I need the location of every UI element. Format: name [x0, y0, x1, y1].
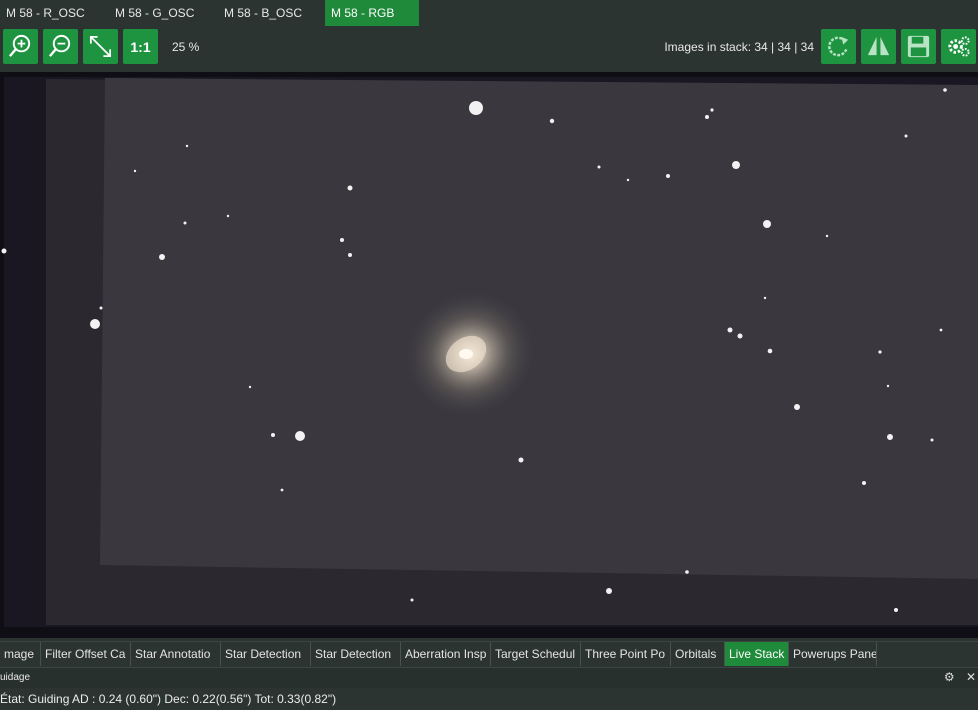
tab-r-osc[interactable]: M 58 - R_OSC: [0, 0, 109, 26]
tab-live-stack[interactable]: Live Stack: [725, 642, 789, 666]
gear-icon[interactable]: ⚙: [944, 670, 955, 684]
tab-powerups-panel[interactable]: Powerups Pane: [789, 642, 877, 666]
settings-button[interactable]: [941, 29, 976, 64]
tab-image[interactable]: mage: [0, 642, 41, 666]
guiding-status: État: Guiding AD : 0.24 (0.60") Dec: 0.2…: [0, 688, 978, 710]
one-to-one-button[interactable]: 1:1: [123, 29, 158, 64]
tab-target-scheduler[interactable]: Target Schedul: [491, 642, 581, 666]
save-icon: [907, 35, 930, 58]
zoom-out-button[interactable]: [43, 29, 78, 64]
guiding-panel-title: uidage: [0, 672, 31, 683]
tab-star-annotation[interactable]: Star Annotatio: [131, 642, 221, 666]
fit-to-window-button[interactable]: [83, 29, 118, 64]
tab-aberration-inspector[interactable]: Aberration Insp: [401, 642, 491, 666]
guiding-panel-header: uidage ⚙ ✕: [0, 667, 978, 688]
zoom-in-icon: [8, 34, 31, 57]
tab-g-osc[interactable]: M 58 - G_OSC: [109, 0, 218, 26]
refresh-icon: [828, 36, 849, 57]
zoom-in-button[interactable]: [3, 29, 38, 64]
tab-three-point-polar[interactable]: Three Point Po: [581, 642, 671, 666]
tab-star-detection-1[interactable]: Star Detection: [221, 642, 311, 666]
tab-star-detection-2[interactable]: Star Detection: [311, 642, 401, 666]
stack-count: Images in stack: 34 | 34 | 34: [664, 40, 814, 54]
settings-icon: [948, 36, 970, 57]
image-viewer[interactable]: [0, 72, 978, 638]
fit-to-window-icon: [89, 35, 112, 58]
panel-tabs: mage Filter Offset Ca Star Annotatio Sta…: [0, 641, 978, 666]
zoom-out-icon: [48, 34, 71, 57]
flip-button[interactable]: [861, 29, 896, 64]
tab-orbitals[interactable]: Orbitals: [671, 642, 725, 666]
image-toolbar: 1:1 25 % Images in stack: 34 | 34 | 34: [0, 26, 978, 72]
save-button[interactable]: [901, 29, 936, 64]
panel-controls: ⚙ ✕: [936, 670, 976, 684]
close-icon[interactable]: ✕: [966, 670, 976, 684]
refresh-button[interactable]: [821, 29, 856, 64]
zoom-level: 25 %: [172, 40, 200, 54]
stacked-astro-image: [0, 72, 978, 638]
tab-filter-offset[interactable]: Filter Offset Ca: [41, 642, 131, 666]
tab-b-osc[interactable]: M 58 - B_OSC: [218, 0, 325, 26]
tab-rgb[interactable]: M 58 - RGB: [325, 0, 419, 26]
flip-icon: [867, 36, 890, 56]
document-tabs: M 58 - R_OSC M 58 - G_OSC M 58 - B_OSC M…: [0, 0, 978, 26]
